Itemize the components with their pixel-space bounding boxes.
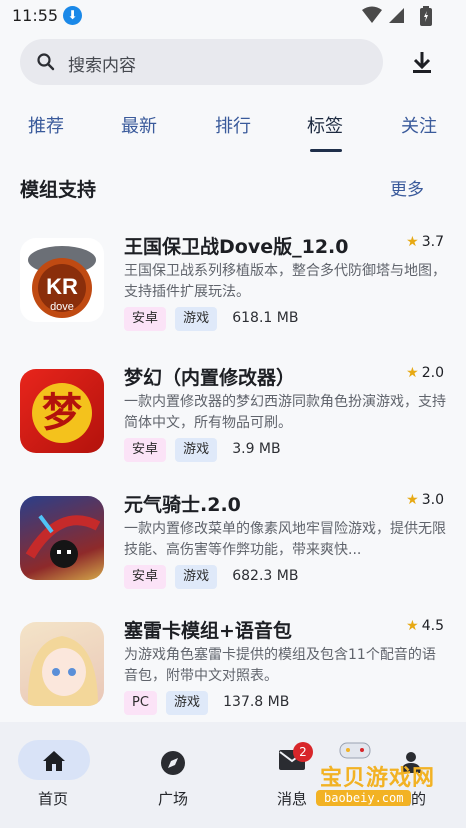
app-rating: ★ 3.0 [406, 492, 444, 508]
star-icon: ★ [406, 492, 419, 508]
download-icon[interactable] [408, 49, 436, 77]
tab-follow[interactable]: 关注 [401, 112, 437, 138]
app-description: 一款内置修改器的梦幻西游同款角色扮演游戏，支持简体中文，所有物品可刷。 [124, 394, 446, 431]
more-link[interactable]: 更多 [390, 175, 424, 200]
app-icon-kingdom-rush: KR dove [20, 238, 104, 322]
app-description: 一款内置修改菜单的像素风地牢冒险游戏，提供无限技能、高伤害等作弊功能，带来爽快.… [124, 521, 446, 558]
app-title: 梦幻（内置修改器） [124, 367, 296, 389]
tab-tags[interactable]: 标签 [307, 112, 343, 138]
app-description: 王国保卫战系列移植版本，整合多代防御塔与地图，支持插件扩展玩法。 [124, 263, 446, 300]
app-list-item[interactable]: KR dove 王国保卫战Dove版_12.0 ★ 3.7 王国保卫战系列移植版本… [0, 234, 466, 364]
app-description: 为游戏角色塞雷卡提供的模组及包含11个配音的语音包，附带中文对照表。 [124, 647, 436, 684]
app-icon-menghuan: 梦 [20, 369, 104, 453]
tag-category[interactable]: 游戏 [175, 307, 218, 331]
app-icon-serekar [20, 622, 104, 706]
app-tags: PC 游戏 137.8 MB [124, 691, 289, 715]
home-icon[interactable] [42, 750, 66, 772]
star-icon: ★ [406, 365, 419, 381]
app-rating: ★ 3.7 [406, 234, 444, 250]
tag-category[interactable]: 游戏 [175, 438, 218, 462]
app-tags: 安卓 游戏 682.3 MB [124, 565, 298, 589]
app-rating: ★ 4.5 [406, 618, 444, 634]
battery-icon [420, 6, 432, 26]
tag-platform[interactable]: 安卓 [124, 307, 167, 331]
app-tags: 安卓 游戏 618.1 MB [124, 307, 298, 331]
watermark: 宝贝游戏网 baobeiy.com [290, 740, 440, 824]
gamepad-icon [339, 742, 371, 759]
app-title: 元气骑士.2.0 [124, 494, 241, 516]
app-rating: ★ 2.0 [406, 365, 444, 381]
tab-ranking[interactable]: 排行 [215, 112, 251, 138]
tab-indicator [310, 149, 342, 152]
icon-kr-text: KR [46, 274, 78, 299]
section-title: 模组支持 [20, 179, 97, 201]
star-icon: ★ [406, 618, 419, 634]
status-bar: 11:55 ⬇ [0, 0, 466, 32]
app-tags: 安卓 游戏 3.9 MB [124, 438, 281, 462]
compass-icon[interactable] [160, 750, 186, 776]
wifi-icon [362, 6, 382, 23]
signal-icon [389, 8, 404, 23]
tag-platform[interactable]: 安卓 [124, 565, 167, 589]
app-list-item[interactable]: 元气骑士.2.0 ★ 3.0 一款内置修改菜单的像素风地牢冒险游戏，提供无限技能、… [0, 492, 466, 622]
app-title: 王国保卫战Dove版_12.0 [124, 236, 349, 258]
watermark-text: 宝贝游戏网 [320, 766, 436, 791]
search-input[interactable]: 搜索内容 [68, 51, 136, 76]
search-bar[interactable]: 搜索内容 [20, 39, 383, 85]
tab-latest[interactable]: 最新 [121, 112, 157, 138]
tag-platform[interactable]: 安卓 [124, 438, 167, 462]
icon-meng-text: 梦 [42, 390, 82, 436]
tab-recommend[interactable]: 推荐 [28, 112, 64, 138]
tag-category[interactable]: 游戏 [175, 565, 218, 589]
search-icon [37, 53, 55, 71]
star-icon: ★ [406, 234, 419, 250]
download-notification-icon: ⬇ [63, 6, 82, 25]
app-size: 3.9 MB [232, 440, 281, 457]
app-title: 塞雷卡模组+语音包 [124, 620, 292, 642]
tag-category[interactable]: 游戏 [166, 691, 209, 715]
app-size: 618.1 MB [232, 309, 299, 326]
app-size: 137.8 MB [223, 693, 290, 710]
tab-bar: 推荐 最新 排行 标签 关注 [0, 98, 466, 156]
watermark-url: baobeiy.com [316, 790, 412, 806]
status-time: 11:55 [12, 6, 59, 25]
icon-dove-text: dove [50, 301, 74, 313]
app-list-item[interactable]: 梦 梦幻（内置修改器） ★ 2.0 一款内置修改器的梦幻西游同款角色扮演游戏，支持… [0, 365, 466, 495]
nav-plaza-label[interactable]: 广场 [158, 788, 188, 809]
tag-platform[interactable]: PC [124, 691, 157, 715]
nav-home-label[interactable]: 首页 [38, 788, 68, 809]
app-icon-soul-knight [20, 496, 104, 580]
app-size: 682.3 MB [232, 567, 299, 584]
